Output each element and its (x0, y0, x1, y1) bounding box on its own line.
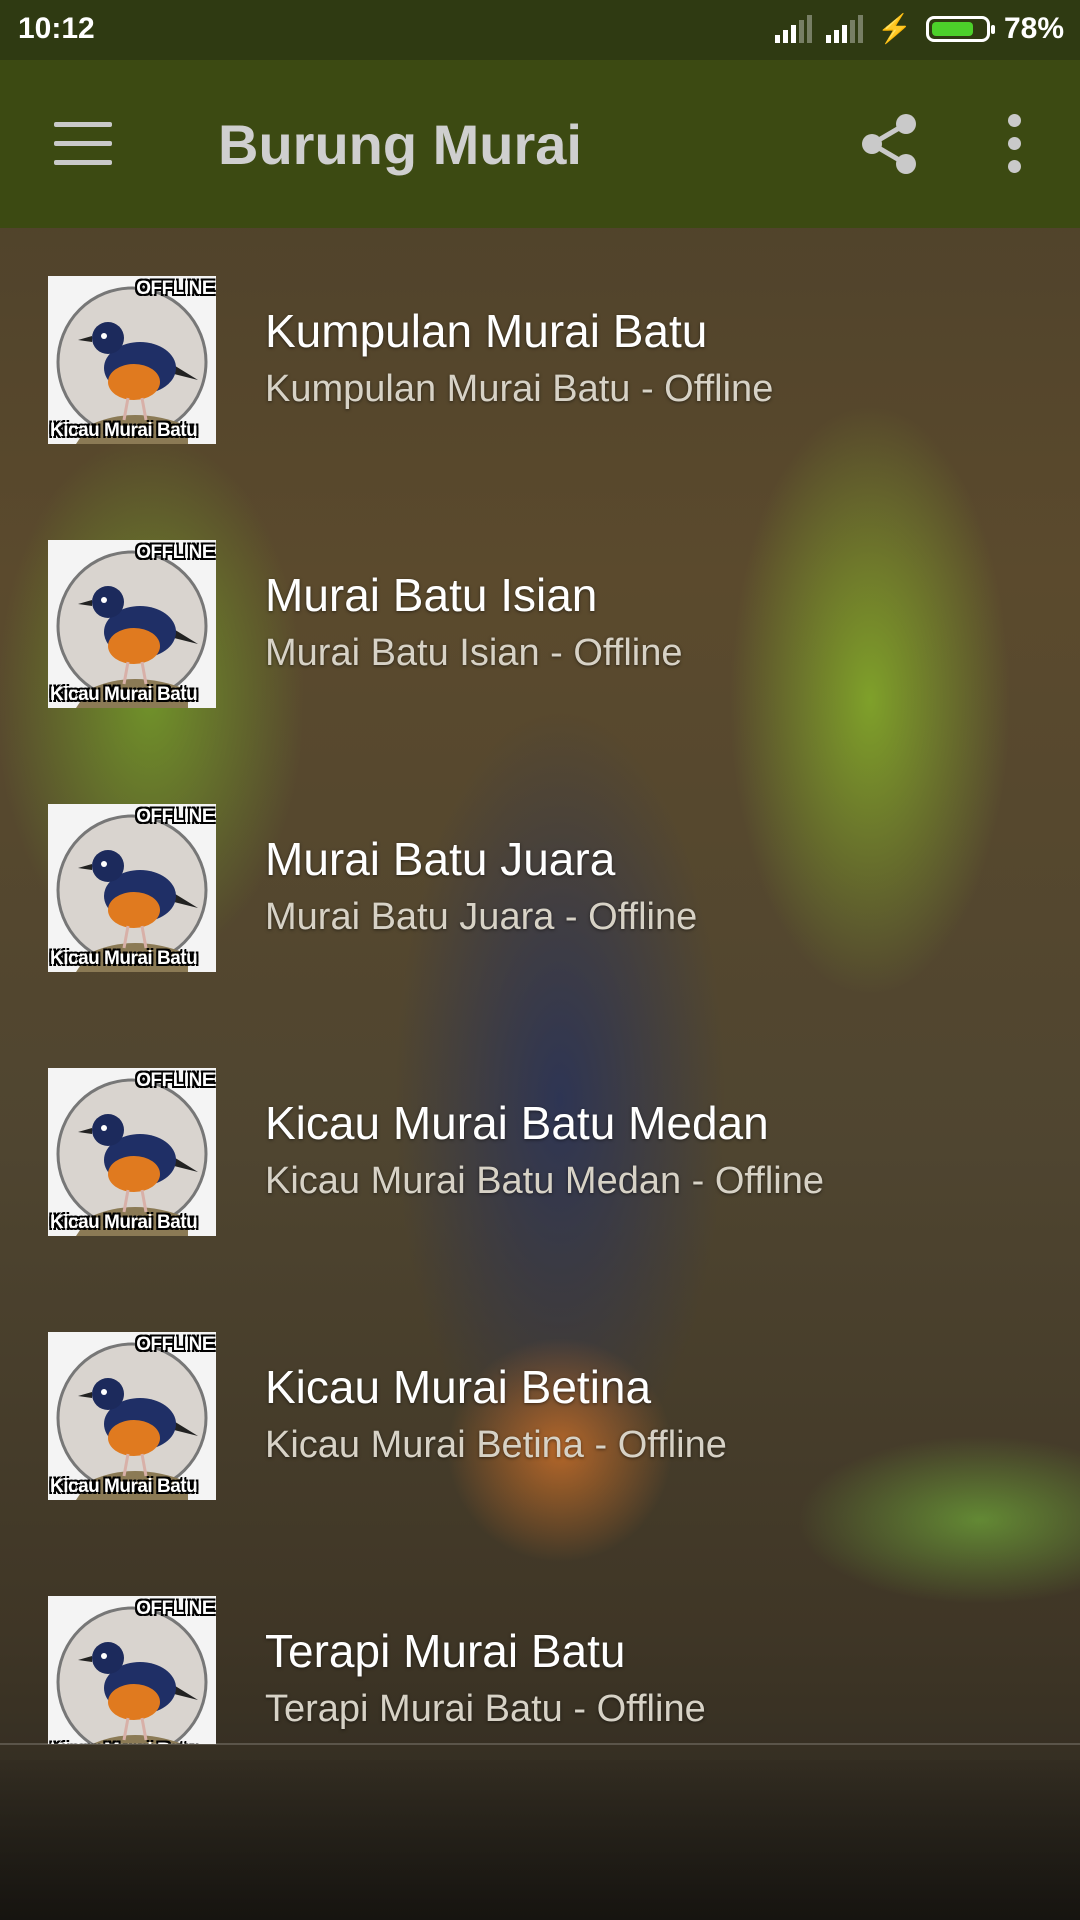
signal-icon (826, 15, 864, 43)
battery-icon (925, 16, 995, 42)
list-item[interactable]: OFFLINE Kicau Murai Batu Kumpulan Murai … (0, 228, 1080, 492)
list-item-subtitle: Murai Batu Isian - Offline (265, 632, 683, 674)
status-time: 10:12 (18, 12, 95, 45)
status-bar: 10:12 ⚡ 78% (0, 0, 1080, 60)
charging-icon: ⚡ (877, 13, 912, 44)
offline-badge: OFFLINE (136, 1598, 214, 1619)
offline-badge: OFFLINE (136, 542, 214, 563)
share-icon[interactable] (858, 112, 922, 176)
list-item-title: Kicau Murai Betina (265, 1361, 652, 1413)
bird-thumbnail: OFFLINE Kicau Murai Batu (48, 804, 216, 972)
list-item-subtitle: Murai Batu Juara - Offline (265, 896, 698, 938)
thumbnail-caption: Kicau Murai Batu (50, 1476, 198, 1497)
list-item[interactable]: OFFLINE Kicau Murai Batu Kicau Murai Bat… (0, 1020, 1080, 1284)
list-item-title: Kicau Murai Batu Medan (265, 1097, 769, 1149)
bird-icon (56, 550, 208, 708)
thumbnail-caption: Kicau Murai Batu (50, 948, 198, 969)
bird-thumbnail: OFFLINE Kicau Murai Batu (48, 276, 216, 444)
bird-thumbnail: OFFLINE Kicau Murai Batu (48, 540, 216, 708)
bird-icon (56, 814, 208, 972)
app-title: Burung Murai (218, 113, 582, 176)
background-perch (0, 1760, 1080, 1920)
list-item-subtitle: Terapi Murai Batu - Offline (265, 1688, 706, 1730)
list-item[interactable]: OFFLINE Kicau Murai Batu Terapi Murai Ba… (0, 1548, 1080, 1744)
hamburger-menu-icon[interactable] (54, 122, 112, 166)
bird-thumbnail: OFFLINE Kicau Murai Batu (48, 1332, 216, 1500)
app-bar: Burung Murai (0, 60, 1080, 228)
bird-icon (56, 1078, 208, 1236)
bird-thumbnail: OFFLINE Kicau Murai Batu (48, 1068, 216, 1236)
offline-badge: OFFLINE (136, 278, 214, 299)
status-icons: ⚡ 78% (775, 12, 1064, 46)
list-item-title: Murai Batu Isian (265, 569, 598, 621)
offline-badge: OFFLINE (136, 1334, 214, 1355)
list-bottom-divider (0, 1743, 1080, 1745)
offline-badge: OFFLINE (136, 806, 214, 827)
battery-level (931, 22, 973, 36)
thumbnail-caption: Kicau Murai Batu (50, 684, 198, 705)
thumbnail-caption: Kicau Murai Batu (50, 1212, 198, 1233)
list-item[interactable]: OFFLINE Kicau Murai Batu Kicau Murai Bet… (0, 1284, 1080, 1548)
offline-badge: OFFLINE (136, 1070, 214, 1091)
list-item-title: Terapi Murai Batu (265, 1625, 626, 1677)
list-item-subtitle: Kicau Murai Betina - Offline (265, 1424, 727, 1466)
bird-thumbnail: OFFLINE Kicau Murai Batu (48, 1596, 216, 1744)
list-item-title: Murai Batu Juara (265, 833, 616, 885)
list-item[interactable]: OFFLINE Kicau Murai Batu Murai Batu Isia… (0, 492, 1080, 756)
thumbnail-caption: Kicau Murai Batu (50, 420, 198, 441)
battery-percent: 78% (1003, 12, 1064, 45)
bird-icon (56, 1342, 208, 1500)
song-list: OFFLINE Kicau Murai Batu Kumpulan Murai … (0, 228, 1080, 1744)
bird-icon (56, 286, 208, 444)
list-item-subtitle: Kicau Murai Batu Medan - Offline (265, 1160, 825, 1202)
list-item[interactable]: OFFLINE Kicau Murai Batu Murai Batu Juar… (0, 756, 1080, 1020)
signal-icon (775, 15, 813, 43)
list-item-title: Kumpulan Murai Batu (265, 305, 708, 357)
more-vert-icon[interactable] (1000, 114, 1028, 174)
list-item-subtitle: Kumpulan Murai Batu - Offline (265, 368, 774, 410)
